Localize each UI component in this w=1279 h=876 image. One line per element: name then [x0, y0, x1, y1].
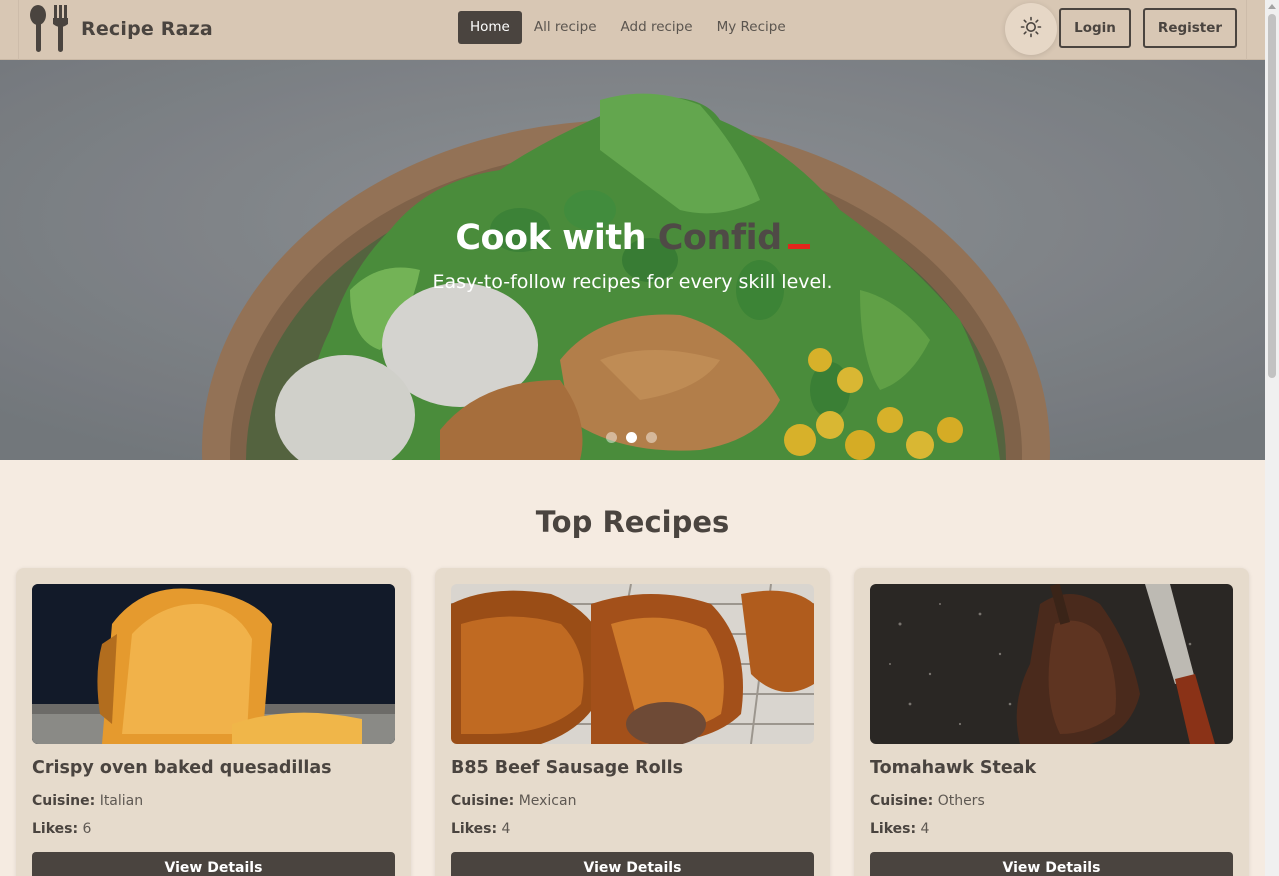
cuisine-value: Italian [99, 793, 144, 809]
recipe-cuisine: Cuisine: Mexican [451, 793, 576, 809]
likes-label: Likes: [32, 821, 79, 837]
navbar-container: Recipe Raza Home All recipe Add recipe M… [18, 0, 1247, 60]
cuisine-value: Others [937, 793, 985, 809]
vertical-scrollbar[interactable] [1265, 0, 1279, 876]
cuisine-value: Mexican [518, 793, 577, 809]
recipe-card: Tomahawk Steak Cuisine: Others Likes: 4 … [854, 568, 1249, 876]
utensils-logo-icon [29, 4, 75, 54]
recipe-title: B85 Beef Sausage Rolls [451, 758, 684, 778]
nav-link-home[interactable]: Home [458, 11, 522, 44]
nav-link-my-recipe[interactable]: My Recipe [705, 11, 798, 44]
hero-title-typed: Confid [657, 218, 782, 258]
recipe-title: Crispy oven baked quesadillas [32, 758, 332, 778]
view-details-button[interactable]: View Details [870, 852, 1233, 876]
scroll-up-arrow-icon[interactable] [1268, 4, 1276, 9]
nav-links: Home All recipe Add recipe My Recipe [458, 11, 798, 44]
nav-link-all-recipe[interactable]: All recipe [522, 11, 609, 44]
brand-name: Recipe Raza [81, 18, 213, 40]
recipe-card: Crispy oven baked quesadillas Cuisine: I… [16, 568, 411, 876]
nav-link-add-recipe[interactable]: Add recipe [609, 11, 705, 44]
recipe-image-sausage-rolls [451, 584, 814, 744]
likes-value: 4 [501, 821, 511, 837]
likes-value: 6 [82, 821, 92, 837]
likes-value: 4 [920, 821, 930, 837]
typing-cursor [787, 244, 810, 249]
recipe-cuisine: Cuisine: Italian [32, 793, 143, 809]
likes-label: Likes: [451, 821, 498, 837]
cuisine-label: Cuisine: [32, 793, 96, 809]
carousel-indicators [606, 432, 666, 443]
recipe-card: B85 Beef Sausage Rolls Cuisine: Mexican … [435, 568, 830, 876]
hero-title: Cook with Confid [0, 218, 1265, 258]
recipe-likes: Likes: 4 [451, 821, 510, 837]
carousel-dot[interactable] [606, 432, 617, 443]
hero-title-static: Cook with [455, 218, 647, 258]
carousel-dot[interactable] [646, 432, 657, 443]
recipe-cuisine: Cuisine: Others [870, 793, 985, 809]
recipe-likes: Likes: 4 [870, 821, 929, 837]
carousel-dot-active[interactable] [626, 432, 637, 443]
likes-label: Likes: [870, 821, 917, 837]
view-details-button[interactable]: View Details [32, 852, 395, 876]
hero-food-bowl-image [0, 60, 1265, 460]
recipe-likes: Likes: 6 [32, 821, 91, 837]
hero-subtitle: Easy-to-follow recipes for every skill l… [432, 271, 833, 293]
scrollbar-thumb[interactable] [1268, 14, 1276, 378]
register-button[interactable]: Register [1143, 8, 1237, 48]
theme-toggle-button[interactable] [1005, 3, 1057, 55]
view-details-button[interactable]: View Details [451, 852, 814, 876]
cuisine-label: Cuisine: [451, 793, 515, 809]
section-title: Top Recipes [535, 505, 730, 539]
hero-carousel: Cook with Confid Easy-to-follow recipes … [0, 60, 1265, 460]
brand[interactable]: Recipe Raza [29, 4, 213, 54]
recipe-title: Tomahawk Steak [870, 758, 1037, 778]
recipe-image-quesadilla [32, 584, 395, 744]
cuisine-label: Cuisine: [870, 793, 934, 809]
sun-icon [1020, 16, 1042, 42]
navbar: Recipe Raza Home All recipe Add recipe M… [0, 0, 1265, 60]
login-button[interactable]: Login [1059, 8, 1131, 48]
recipe-image-steak [870, 584, 1233, 744]
